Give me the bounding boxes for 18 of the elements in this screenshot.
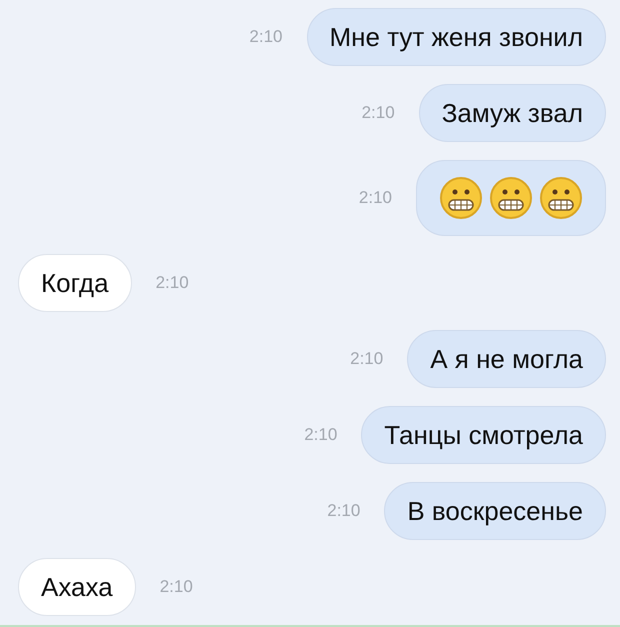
message-bubble: Когда — [18, 254, 132, 312]
message-time: 2:10 — [327, 501, 360, 521]
message-time: 2:10 — [350, 349, 384, 369]
message-bubble: Мне тут женя звонил — [306, 8, 606, 66]
message-bubble: Ахаха — [18, 558, 136, 616]
message-time: 2:10 — [304, 425, 338, 445]
message-bubble: Замуж звал — [418, 84, 606, 142]
grimacing-face-icon — [539, 176, 583, 220]
message-time: 2:10 — [249, 27, 282, 47]
message-bubble: В воскресенье — [384, 482, 606, 540]
message-bubble: Танцы смотрела — [361, 406, 606, 464]
message-time: 2:10 — [160, 577, 193, 597]
message-bubble: А я не могла — [407, 330, 606, 388]
message-time: 2:10 — [362, 103, 395, 123]
grimacing-face-icon — [489, 176, 533, 220]
message-time: 2:10 — [358, 188, 392, 208]
message-time: 2:10 — [156, 273, 189, 293]
grimacing-face-icon — [439, 176, 483, 220]
